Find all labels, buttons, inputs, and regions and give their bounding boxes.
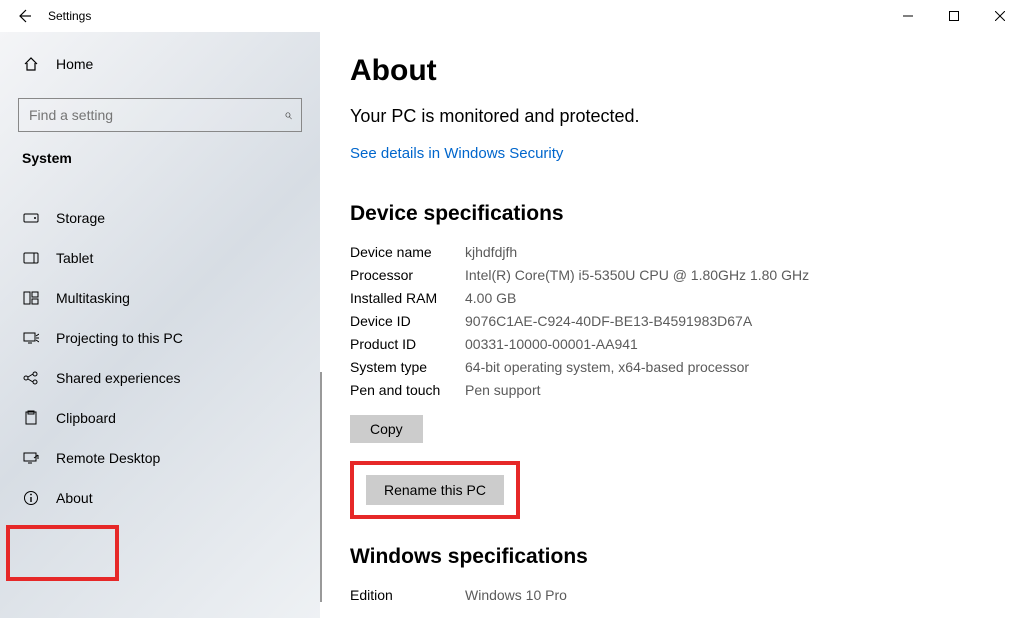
spec-value: 4.00 GB (465, 290, 516, 306)
highlight-about (6, 525, 119, 581)
spec-value: 64-bit operating system, x64-based proce… (465, 359, 749, 375)
maximize-icon (949, 11, 959, 21)
nav-label: Clipboard (56, 410, 116, 426)
remote-icon (22, 450, 40, 466)
spec-value: kjhdfdjfh (465, 244, 517, 260)
multitasking-icon (22, 290, 40, 306)
titlebar: Settings (0, 0, 1023, 32)
minimize-icon (903, 11, 913, 21)
spec-label: Processor (350, 267, 465, 283)
projecting-icon (22, 330, 40, 346)
nav-multitasking[interactable]: Multitasking (0, 278, 320, 318)
windows-spec-heading: Windows specifications (350, 545, 1023, 569)
protected-text: Your PC is monitored and protected. (350, 106, 1023, 127)
spec-label: Product ID (350, 336, 465, 352)
spec-label: System type (350, 359, 465, 375)
spec-label: Installed RAM (350, 290, 465, 306)
nav-tablet[interactable]: Tablet (0, 238, 320, 278)
nav-label: Projecting to this PC (56, 330, 183, 346)
device-specs: Device namekjhdfdjfh ProcessorIntel(R) C… (350, 244, 1023, 398)
tablet-icon (22, 250, 40, 266)
scrollbar[interactable] (320, 372, 322, 602)
spec-label: Edition (350, 587, 465, 603)
highlight-rename: Rename this PC (350, 461, 520, 519)
nav-label: Shared experiences (56, 370, 181, 386)
device-spec-heading: Device specifications (350, 202, 1023, 226)
spec-value: 00331-10000-00001-AA941 (465, 336, 638, 352)
spec-value: Pen support (465, 382, 541, 398)
nav-label: Remote Desktop (56, 450, 160, 466)
home-icon (22, 56, 40, 72)
page-title: About (350, 54, 1023, 88)
search-input[interactable] (18, 98, 302, 132)
window-title: Settings (48, 9, 91, 23)
home-label: Home (56, 56, 93, 72)
storage-icon (22, 210, 40, 226)
security-link[interactable]: See details in Windows Security (350, 145, 563, 162)
content-pane: About Your PC is monitored and protected… (320, 32, 1023, 618)
windows-specs: EditionWindows 10 Pro (350, 587, 1023, 603)
spec-label: Pen and touch (350, 382, 465, 398)
nav-projecting[interactable]: Projecting to this PC (0, 318, 320, 358)
nav-label: About (56, 490, 93, 506)
back-button[interactable] (0, 0, 48, 32)
spec-value: Intel(R) Core(TM) i5-5350U CPU @ 1.80GHz… (465, 267, 809, 283)
copy-button[interactable]: Copy (350, 415, 423, 443)
nav-label: Tablet (56, 250, 93, 266)
nav-about[interactable]: About (0, 478, 320, 518)
search-icon: ⌕ (284, 106, 292, 123)
rename-pc-button[interactable]: Rename this PC (366, 475, 504, 505)
nav-shared[interactable]: Shared experiences (0, 358, 320, 398)
nav-remote[interactable]: Remote Desktop (0, 438, 320, 478)
close-icon (995, 11, 1005, 21)
shared-icon (22, 370, 40, 386)
nav-clipboard[interactable]: Clipboard (0, 398, 320, 438)
clipboard-icon (22, 410, 40, 426)
nav-label: Multitasking (56, 290, 130, 306)
back-arrow-icon (16, 8, 32, 24)
sidebar: Home ⌕ System Storage Tablet Multitaskin (0, 32, 320, 618)
home-nav[interactable]: Home (0, 44, 320, 84)
spec-value: 9076C1AE-C924-40DF-BE13-B4591983D67A (465, 313, 752, 329)
nav-storage[interactable]: Storage (0, 198, 320, 238)
close-button[interactable] (977, 0, 1023, 32)
spec-value: Windows 10 Pro (465, 587, 567, 603)
section-heading: System (0, 132, 320, 176)
about-icon (22, 490, 40, 506)
spec-label: Device name (350, 244, 465, 260)
minimize-button[interactable] (885, 0, 931, 32)
maximize-button[interactable] (931, 0, 977, 32)
spec-label: Device ID (350, 313, 465, 329)
nav-label: Storage (56, 210, 105, 226)
